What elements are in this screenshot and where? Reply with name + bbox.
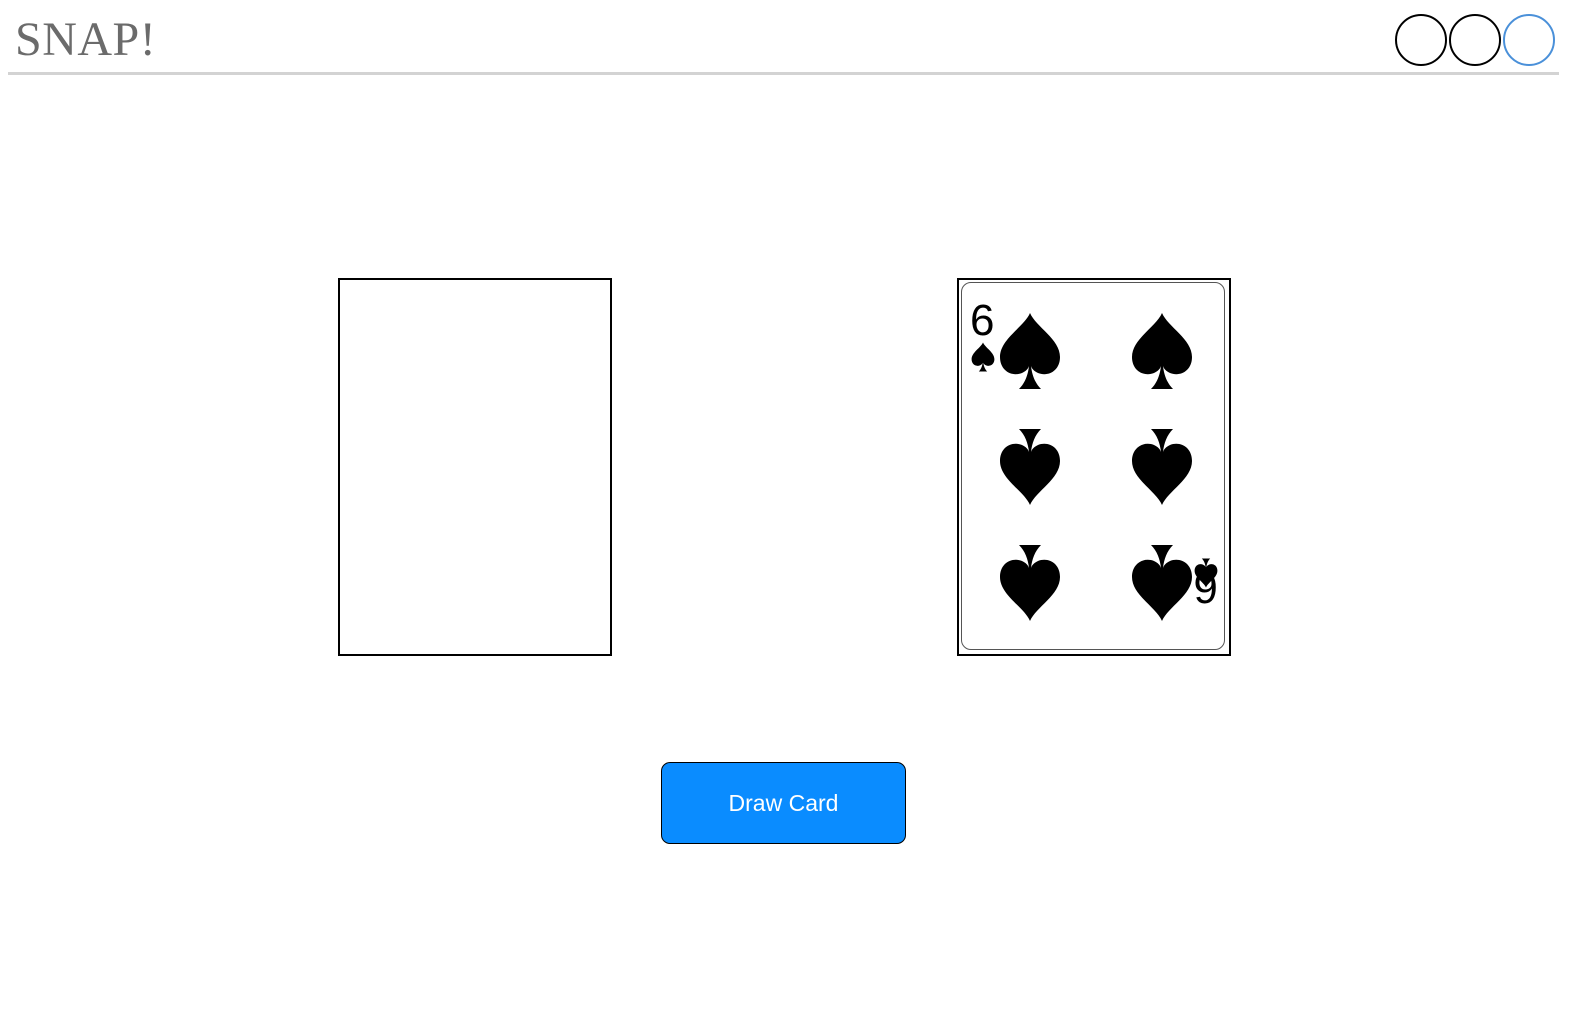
spade-icon bbox=[1132, 429, 1192, 505]
spade-icon bbox=[1000, 545, 1060, 621]
spade-icon bbox=[1000, 313, 1060, 389]
playing-card: 6 6 bbox=[961, 282, 1225, 650]
left-card-slot bbox=[338, 278, 612, 656]
header-bar: SNAP! bbox=[8, 0, 1559, 75]
spade-icon bbox=[1132, 545, 1192, 621]
spade-icon bbox=[971, 342, 995, 372]
indicator-light-2 bbox=[1449, 14, 1501, 66]
spade-icon bbox=[1132, 313, 1192, 389]
status-indicators bbox=[1395, 14, 1555, 66]
card-rank-top: 6 bbox=[970, 296, 994, 345]
indicator-light-3 bbox=[1503, 14, 1555, 66]
draw-card-button[interactable]: Draw Card bbox=[661, 762, 906, 844]
card-face-art: 6 6 bbox=[970, 296, 1218, 621]
spade-icon bbox=[1000, 429, 1060, 505]
right-card-slot: 6 6 bbox=[957, 278, 1231, 656]
page-title: SNAP! bbox=[15, 13, 157, 66]
indicator-light-1 bbox=[1395, 14, 1447, 66]
